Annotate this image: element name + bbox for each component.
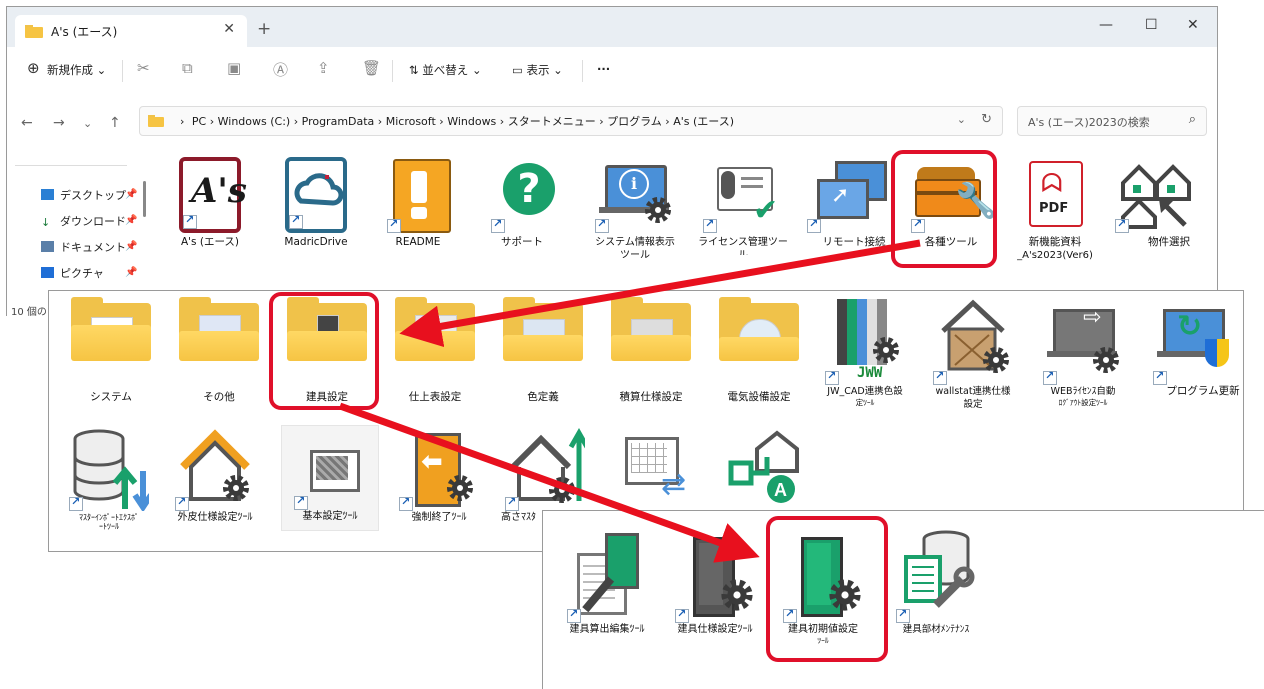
guide-arrows: [338, 239, 921, 563]
arrow-to-fittings-folder: [399, 239, 921, 348]
arrow-to-fittings-initial: [338, 402, 760, 563]
